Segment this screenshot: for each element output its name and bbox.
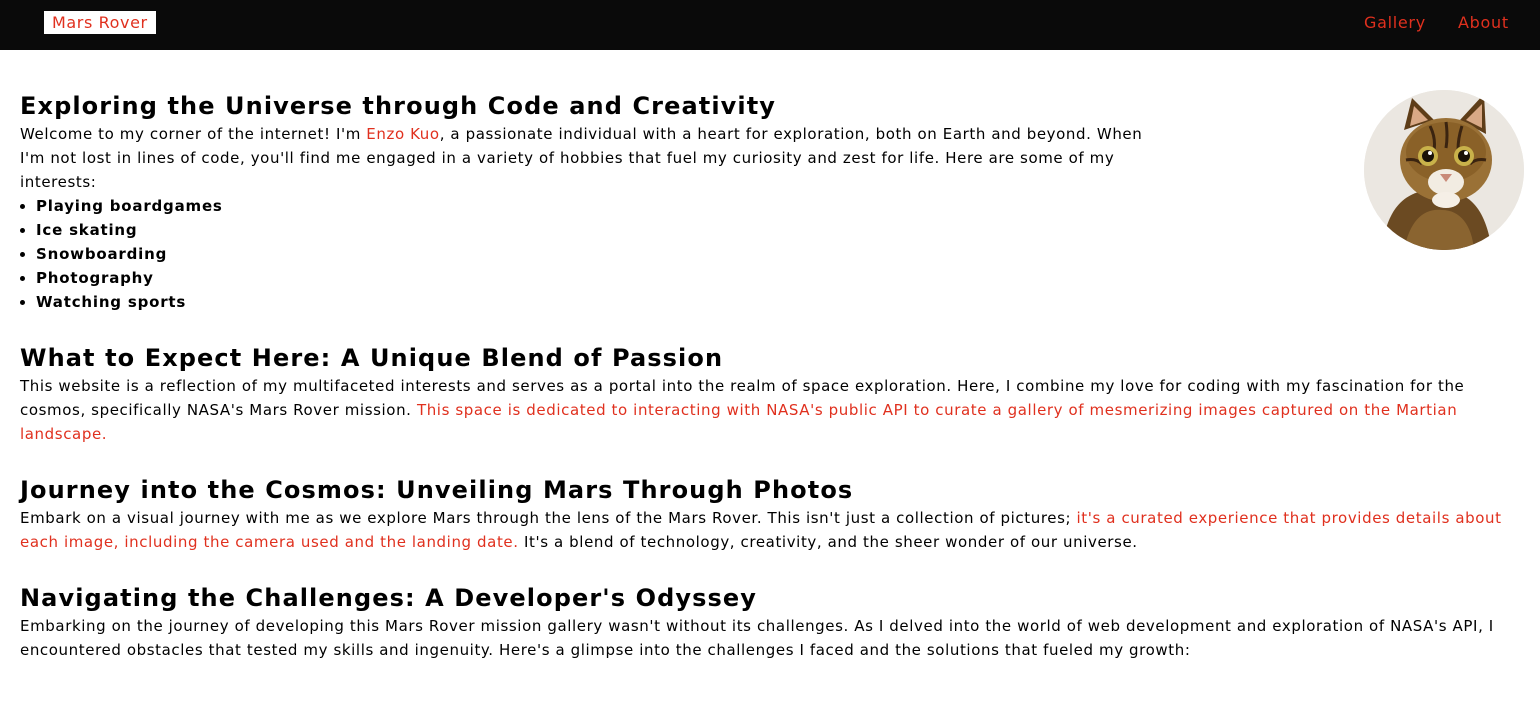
hobbies-list: Playing boardgames Ice skating Snowboard… <box>20 194 1520 314</box>
list-item: Photography <box>36 266 1520 290</box>
brand-link[interactable]: Mars Rover <box>44 11 156 34</box>
expect-paragraph: This website is a reflection of my multi… <box>20 374 1520 446</box>
journey-paragraph: Embark on a visual journey with me as we… <box>20 506 1520 554</box>
intro-paragraph: Welcome to my corner of the internet! I'… <box>20 122 1145 194</box>
journey-text-before: Embark on a visual journey with me as we… <box>20 509 1077 527</box>
author-name-link[interactable]: Enzo Kuo <box>366 125 439 143</box>
list-item: Snowboarding <box>36 242 1520 266</box>
list-item: Playing boardgames <box>36 194 1520 218</box>
journey-heading: Journey into the Cosmos: Unveiling Mars … <box>20 476 854 504</box>
intro-text-before: Welcome to my corner of the internet! I'… <box>20 125 367 143</box>
expect-heading: What to Expect Here: A Unique Blend of P… <box>20 344 724 372</box>
journey-text-after: It's a blend of technology, creativity, … <box>518 533 1138 551</box>
challenges-paragraph: Embarking on the journey of developing t… <box>20 617 1494 659</box>
expect-section: What to Expect Here: A Unique Blend of P… <box>20 342 1520 446</box>
nav-gallery-link[interactable]: Gallery <box>1364 12 1426 34</box>
main-content: Exploring the Universe through Code and … <box>20 90 1520 662</box>
intro-section: Exploring the Universe through Code and … <box>20 90 1520 314</box>
list-item: Ice skating <box>36 218 1520 242</box>
journey-section: Journey into the Cosmos: Unveiling Mars … <box>20 474 1520 554</box>
intro-heading: Exploring the Universe through Code and … <box>20 92 777 120</box>
challenges-heading: Navigating the Challenges: A Developer's… <box>20 584 758 612</box>
challenges-section: Navigating the Challenges: A Developer's… <box>20 582 1520 662</box>
list-item: Watching sports <box>36 290 1520 314</box>
top-navbar: Mars Rover Gallery About <box>0 0 1540 50</box>
nav-about-link[interactable]: About <box>1458 12 1509 34</box>
